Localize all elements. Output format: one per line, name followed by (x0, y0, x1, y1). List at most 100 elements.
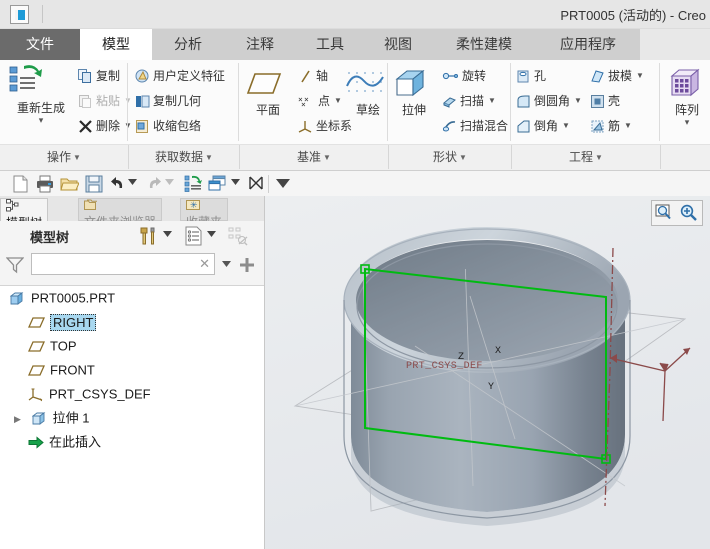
extrude-button[interactable]: 拉伸 (391, 68, 437, 118)
chamfer-dropdown-icon[interactable]: ▼ (562, 121, 570, 130)
point-button[interactable]: × × × 点▼ (298, 91, 342, 111)
clear-icon[interactable]: ✕ (199, 256, 210, 272)
close-window-icon[interactable] (248, 175, 264, 191)
tab-tools[interactable]: 工具 (296, 29, 364, 60)
group-label-datum[interactable]: 基准▼ (240, 145, 388, 169)
shell-label: 壳 (608, 94, 620, 108)
redo-icon[interactable] (146, 175, 162, 191)
axis-button[interactable]: 轴 (298, 66, 328, 86)
tree-filter-disabled-icon[interactable] (228, 226, 248, 246)
open-folder-icon[interactable] (60, 175, 79, 193)
undo-icon[interactable] (110, 175, 126, 191)
tab-model[interactable]: 模型 (80, 29, 152, 60)
rib-dropdown-icon[interactable]: ▼ (624, 121, 632, 130)
plane-button[interactable]: 平面 (244, 68, 292, 118)
tree-expander-icon[interactable]: ▶ (14, 407, 28, 431)
pattern-label: 阵列 (665, 101, 709, 118)
group-label-engineering[interactable]: 工程▼ (512, 145, 660, 169)
filter-input-box[interactable]: ✕ (31, 253, 215, 275)
pattern-button[interactable]: 阵列 ▾ (665, 66, 709, 126)
print-icon[interactable] (36, 175, 54, 193)
navigator-title: 模型树 (30, 227, 69, 246)
model-tree: PRT0005.PRT RIGHT TOP FRONT (0, 285, 264, 549)
draft-button[interactable]: 拔模▼ (590, 66, 644, 86)
copy-geometry-button[interactable]: 复制几何 (135, 91, 201, 111)
paste-button[interactable]: 粘贴▼ (78, 91, 132, 111)
axis-label-x: X (495, 346, 501, 357)
redo-dropdown-icon[interactable] (165, 179, 174, 185)
tab-analysis[interactable]: 分析 (152, 29, 224, 60)
filter-dropdown-icon[interactable] (222, 261, 231, 267)
group-separator-4 (510, 63, 511, 141)
zoom-in-icon[interactable] (679, 204, 699, 222)
tree-node-extrude[interactable]: ▶ 拉伸 1 (0, 406, 264, 430)
hole-button[interactable]: 孔 (516, 66, 546, 86)
regenerate-button[interactable]: 重新生成 ▾ (6, 64, 76, 124)
list-settings-icon[interactable] (183, 226, 203, 246)
chamfer-label: 倒角 (534, 119, 558, 133)
csys-button[interactable]: 坐标系 (298, 116, 352, 136)
tab-file[interactable]: 文件 (0, 29, 80, 60)
regenerate-dropdown-icon[interactable]: ▾ (6, 116, 76, 124)
regenerate-icon[interactable] (184, 175, 202, 193)
filter-input[interactable] (32, 254, 190, 274)
sketch-button[interactable]: 草绘 (344, 68, 392, 118)
tools-icon[interactable] (139, 226, 159, 246)
group-label-operations[interactable]: 操作▼ (0, 145, 128, 169)
tree-node-insert-here[interactable]: 在此插入 (0, 430, 264, 454)
tab-flexible-modeling[interactable]: 柔性建模 (432, 29, 536, 60)
point-dropdown-icon[interactable]: ▼ (334, 96, 342, 105)
customize-icon[interactable] (276, 179, 290, 188)
funnel-icon[interactable] (6, 256, 24, 274)
window-icon[interactable] (208, 175, 227, 192)
tab-annotate[interactable]: 注释 (224, 29, 296, 60)
undo-dropdown-icon[interactable] (128, 179, 137, 185)
plus-icon[interactable] (239, 257, 255, 273)
group-label-get-data[interactable]: 获取数据▼ (129, 145, 239, 169)
ribbon-group-operations: 重新生成 ▾ 复制 粘贴▼ (0, 60, 128, 144)
new-document-icon[interactable] (12, 175, 29, 193)
tools-dropdown-icon[interactable] (163, 231, 172, 237)
nav-tab-folder-browser[interactable]: 文件夹浏览器 (78, 198, 162, 221)
list-settings-dropdown-icon[interactable] (207, 231, 216, 237)
shrinkwrap-button[interactable]: 收缩包络 (135, 116, 201, 136)
navigator-pane: 模型树 文件夹浏览器 ✳ 收藏夹 模型 (0, 196, 265, 549)
nav-tab-favorites[interactable]: ✳ 收藏夹 (180, 198, 228, 221)
revolve-button[interactable]: 旋转 (442, 66, 486, 86)
copy-button[interactable]: 复制 (78, 66, 120, 86)
group-label-shape[interactable]: 形状▼ (389, 145, 511, 169)
swept-blend-label: 扫描混合 (460, 119, 508, 133)
chamfer-button[interactable]: 倒角 ▼ (516, 116, 570, 136)
tab-view[interactable]: 视图 (364, 29, 432, 60)
tree-node-csys[interactable]: PRT_CSYS_DEF (0, 382, 264, 406)
tree-node-part[interactable]: PRT0005.PRT (0, 286, 264, 310)
swept-blend-button[interactable]: 扫描混合 (442, 116, 508, 136)
sweep-dropdown-icon[interactable]: ▼ (488, 96, 496, 105)
delete-x-icon (78, 119, 93, 134)
pattern-dropdown-icon[interactable]: ▾ (665, 118, 709, 126)
zoom-box-icon[interactable] (655, 204, 675, 222)
round-dropdown-icon[interactable]: ▼ (574, 96, 582, 105)
tree-node-front-label: FRONT (50, 363, 95, 378)
tab-strip-filler (640, 29, 710, 60)
tree-node-front[interactable]: FRONT (0, 358, 264, 382)
navigator-toolbar: 模型树 (0, 221, 264, 251)
tab-applications[interactable]: 应用程序 (536, 29, 640, 60)
graphics-viewport[interactable]: X Z Y PRT_CSYS_DEF (265, 196, 710, 549)
draft-dropdown-icon[interactable]: ▼ (636, 71, 644, 80)
save-icon[interactable] (85, 175, 103, 193)
nav-tab-model-tree[interactable]: 模型树 (0, 198, 48, 221)
tree-node-top[interactable]: TOP (0, 334, 264, 358)
regenerate-label: 重新生成 (6, 99, 76, 116)
delete-button[interactable]: 删除▼ (78, 116, 132, 136)
rib-button[interactable]: 筋▼ (590, 116, 632, 136)
ribbon-group-engineering: 孔 倒圆角▼ 倒角 ▼ (512, 60, 660, 144)
shell-button[interactable]: 壳 (590, 91, 620, 111)
creo-app-icon[interactable] (10, 5, 29, 24)
tree-node-right[interactable]: RIGHT (0, 310, 264, 334)
udf-button[interactable]: 用户定义特征 (135, 66, 225, 86)
datum-plane-icon (28, 316, 45, 329)
round-button[interactable]: 倒圆角▼ (516, 91, 582, 111)
window-dropdown-icon[interactable] (231, 179, 240, 185)
sweep-button[interactable]: 扫描▼ (442, 91, 496, 111)
